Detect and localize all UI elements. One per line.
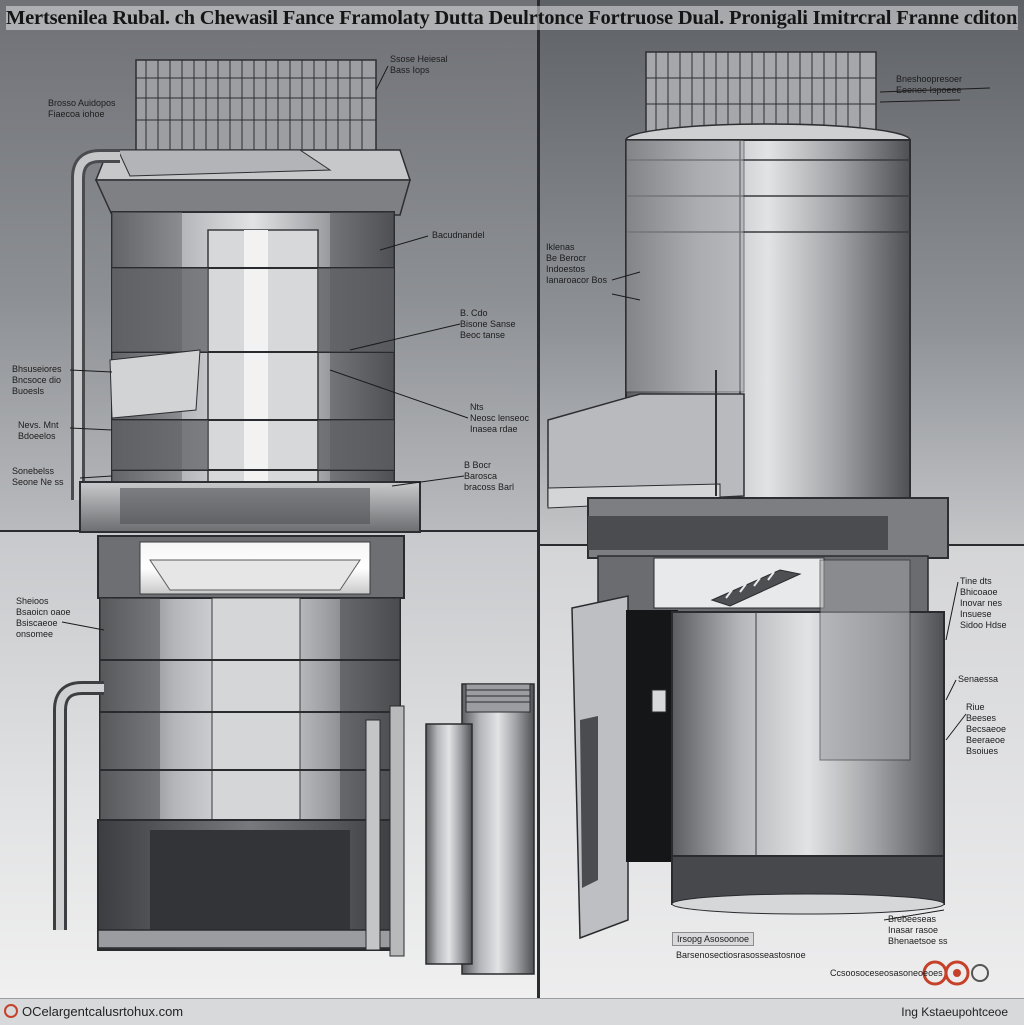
callout-left-base: Sonebelss Seone Ne ss bbox=[12, 466, 64, 487]
callout-door-frame: Tine dts Bhicoaoe Inovar nes Insuese Sid… bbox=[960, 576, 1007, 630]
footer-credit-text: Ing Kstaeupohtceoe bbox=[901, 1005, 1008, 1019]
callout-left-insulation: Nevs. Mnt Bdoeelos bbox=[18, 420, 59, 441]
caption-small: Ccsoosoceseosasoneoeoes bbox=[830, 968, 943, 978]
callout-lower-shell: Senaessa bbox=[958, 674, 999, 684]
callout-grille: Brosso Auidopos Fiaecoa iohoe bbox=[48, 98, 116, 119]
callout-core: B. Cdo Bisone Sanse Beoc tanse bbox=[460, 308, 516, 340]
callout-upper-band: Bacudnandel bbox=[432, 230, 485, 240]
caption-line: Barsenosectiosrasosseastosnoe bbox=[676, 950, 806, 960]
page-title: Mertsenilea Rubal. ch Chewasil Fance Fra… bbox=[6, 6, 1018, 30]
footer-site-text: OCelargentcalusrtohux.com bbox=[22, 1004, 184, 1019]
left-furnace-bottom bbox=[53, 535, 535, 975]
footer: OCelargentcalusrtohux.com Ing Kstaeupoht… bbox=[0, 998, 1024, 1025]
right-furnace-bottom bbox=[571, 555, 967, 940]
left-furnace-top bbox=[69, 59, 469, 533]
label-box: Irsopg Asosoonoe bbox=[672, 932, 755, 946]
callout-base-ring: Riue Beeses Becsaeoe Beeraeoe Bsoiues bbox=[966, 702, 1007, 756]
callout-combustion-zone: Nts Neosc lenseoc Inasea rdae bbox=[470, 402, 530, 434]
callout-lower-chamber: Sheioos Bsaoicn oaoe Bsiscaeoe onsomee bbox=[16, 596, 71, 639]
callout-right-shell: Iklenas Be Berocr Indoestos Ianaroacor B… bbox=[546, 242, 608, 285]
callout-foot: Brebeeseas Inasar rasoe Bhenaetsoe ss bbox=[888, 914, 948, 946]
right-furnace-top bbox=[547, 51, 991, 559]
callout-right-grille: Bneshoopresoer Eeenoe Ispoeee bbox=[896, 74, 963, 95]
copyright-icon bbox=[4, 1004, 18, 1018]
callout-top-hood: Ssose Heiesal Bass Iops bbox=[390, 54, 448, 75]
callout-right-base: B Bocr Barosca bracoss Barl bbox=[464, 460, 515, 492]
callout-left-shell: Bhsuseiores Bncsoce dio Buoesls bbox=[12, 364, 62, 396]
illustration-canvas: Mertsenilea Rubal. ch Chewasil Fance Fra… bbox=[0, 0, 1024, 1024]
furnace-cutaway-illustration bbox=[53, 51, 991, 975]
